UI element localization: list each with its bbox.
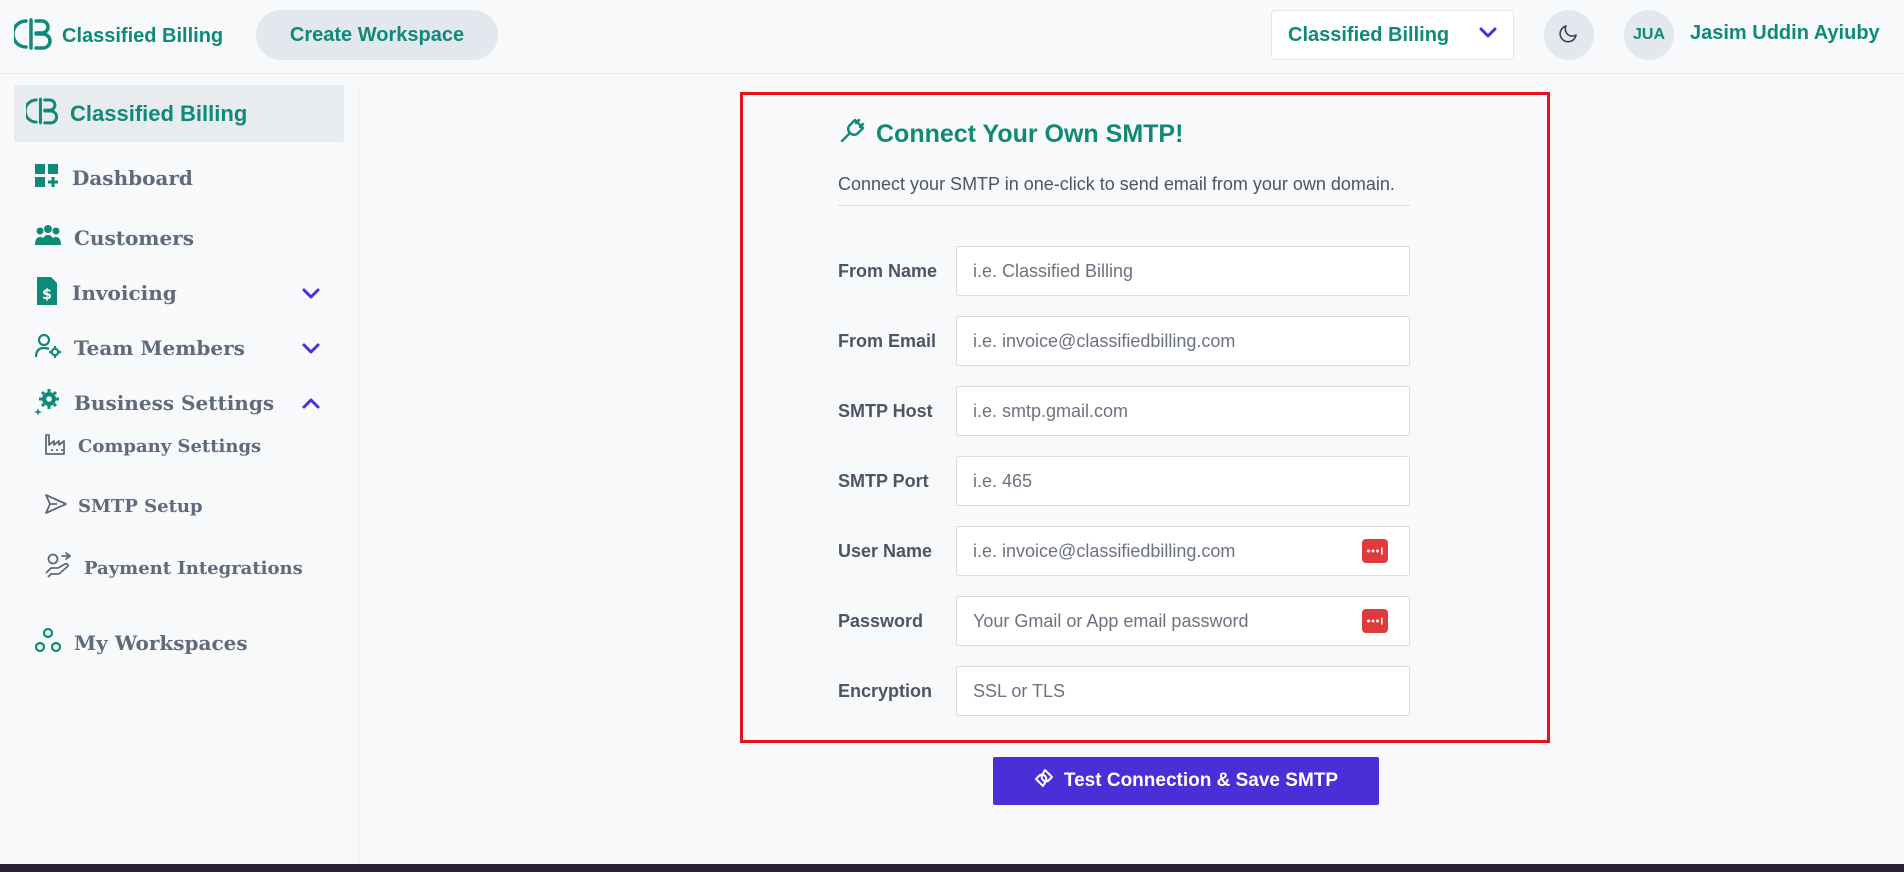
sidebar-item-label: Customers [74, 226, 194, 250]
brand-logo-icon [11, 17, 54, 56]
team-icon [34, 332, 62, 365]
workspaces-icon [34, 627, 62, 660]
top-bar: Classified Billing Create Workspace Clas… [0, 0, 1904, 74]
user-name[interactable]: Jasim Uddin Ayiuby [1690, 22, 1880, 48]
password-manager-icon[interactable] [1362, 539, 1388, 563]
sidebar-item-label: Dashboard [72, 166, 193, 190]
customers-icon [34, 223, 62, 254]
business-settings-collapse-chevron-icon[interactable] [300, 392, 322, 414]
encryption-label: Encryption [838, 680, 933, 701]
plug-icon [838, 117, 866, 152]
from-email-input[interactable] [956, 316, 1410, 366]
sidebar: Classified Billing Dashboard Customers $ [0, 74, 349, 864]
team-members-expand-chevron-icon[interactable] [300, 338, 322, 360]
password-manager-icon[interactable] [1362, 609, 1388, 633]
sidebar-subitem-payment-integrations[interactable]: Payment Integrations [44, 551, 303, 586]
smtp-host-input[interactable] [956, 386, 1410, 436]
workspace-select-value: Classified Billing [1288, 23, 1450, 46]
sidebar-subitem-smtp-setup[interactable]: SMTP Setup [44, 491, 203, 521]
form-title-text: Connect Your Own SMTP! [876, 119, 1184, 148]
test-connection-save-button[interactable]: Test Connection & Save SMTP [993, 757, 1379, 805]
sidebar-item-team-members[interactable]: Team Members [34, 332, 245, 364]
password-input[interactable] [956, 596, 1410, 646]
settings-gear-icon [34, 387, 62, 420]
from-name-input[interactable] [956, 246, 1410, 296]
encryption-input[interactable] [956, 666, 1410, 716]
sidebar-item-invoicing[interactable]: $ Invoicing [34, 276, 177, 311]
smtp-port-label: SMTP Port [838, 470, 929, 491]
form-subtitle: Connect your SMTP in one-click to send e… [838, 174, 1410, 206]
sidebar-item-label: Business Settings [74, 391, 275, 415]
sidebar-subitem-label: Payment Integrations [84, 557, 303, 579]
send-icon [44, 492, 68, 521]
chevron-down-icon [1479, 26, 1497, 44]
sidebar-item-label: My Workspaces [74, 631, 248, 655]
moon-icon [1559, 23, 1579, 48]
payment-hand-icon [44, 551, 74, 586]
sidebar-item-dashboard[interactable]: Dashboard [34, 162, 193, 194]
sidebar-item-label: Team Members [74, 336, 245, 360]
invoicing-expand-chevron-icon[interactable] [300, 283, 322, 305]
sidebar-subitem-label: SMTP Setup [78, 495, 203, 517]
dashboard-icon [34, 163, 60, 194]
sidebar-brand[interactable]: Classified Billing [14, 85, 344, 142]
user-name-input[interactable] [956, 526, 1410, 576]
from-email-label: From Email [838, 330, 937, 351]
brand-logo-icon [23, 96, 60, 131]
sidebar-brand-label: Classified Billing [70, 100, 248, 126]
sidebar-item-customers[interactable]: Customers [34, 222, 194, 254]
header-brand[interactable]: Classified Billing [11, 17, 224, 56]
sidebar-subitem-label: Company Settings [78, 435, 262, 457]
theme-toggle-button[interactable] [1544, 10, 1594, 60]
sidebar-item-business-settings[interactable]: Business Settings [34, 387, 274, 419]
invoice-icon: $ [34, 276, 60, 311]
workspace-select[interactable]: Classified Billing [1271, 10, 1514, 60]
sidebar-subitem-company-settings[interactable]: Company Settings [44, 431, 261, 461]
smtp-port-input[interactable] [956, 456, 1410, 506]
create-workspace-button[interactable]: Create Workspace [256, 10, 498, 60]
user-name-label: User Name [838, 540, 933, 561]
bottom-strip [0, 864, 1904, 872]
from-name-label: From Name [838, 260, 938, 281]
password-label: Password [838, 610, 924, 631]
submit-button-label: Test Connection & Save SMTP [1063, 770, 1339, 791]
connection-icon [1034, 768, 1054, 794]
sidebar-item-my-workspaces[interactable]: My Workspaces [34, 627, 248, 659]
factory-icon [44, 432, 68, 461]
form-title: Connect Your Own SMTP! [838, 116, 1183, 152]
avatar[interactable]: JUA [1624, 10, 1674, 60]
svg-text:$: $ [42, 287, 52, 303]
sidebar-item-label: Invoicing [72, 281, 177, 305]
brand-name: Classified Billing [62, 24, 224, 47]
smtp-host-label: SMTP Host [838, 400, 933, 421]
